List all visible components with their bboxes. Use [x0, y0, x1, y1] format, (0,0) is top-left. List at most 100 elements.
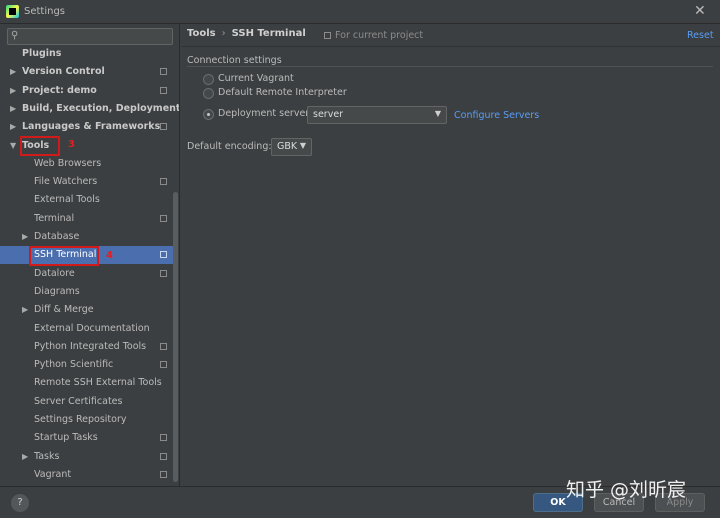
- project-scope-icon: [160, 214, 167, 222]
- expand-arrow-right-icon[interactable]: ▶: [22, 448, 28, 466]
- sidebar-item-terminal[interactable]: Terminal: [0, 210, 178, 228]
- sidebar-item-label: Remote SSH External Tools: [34, 377, 162, 389]
- sidebar-item-python-integrated-tools[interactable]: Python Integrated Tools: [0, 338, 178, 356]
- sidebar-item-label: Python Integrated Tools: [34, 340, 147, 352]
- sidebar-item-label: External Tools: [34, 194, 100, 206]
- sidebar-item-label: Python Scientific: [34, 359, 114, 371]
- deployment-server-select[interactable]: server ▼: [307, 106, 447, 124]
- annotation-box-ssh-terminal: [29, 246, 99, 266]
- watermark: 知乎 @刘昕宸: [566, 479, 687, 501]
- sidebar-item-file-watchers[interactable]: File Watchers: [0, 173, 178, 191]
- radio-label: Deployment server: [218, 108, 310, 119]
- sidebar-item-diff-merge[interactable]: ▶ Diff & Merge: [0, 301, 178, 319]
- default-encoding-label: Default encoding:: [187, 141, 272, 152]
- close-icon[interactable]: ✕: [694, 3, 706, 19]
- project-scope-label: For current project: [335, 30, 424, 41]
- annotation-box-tools: [20, 136, 60, 156]
- settings-search-input[interactable]: ⚲: [7, 28, 173, 45]
- sidebar-item-label: Terminal: [34, 212, 75, 224]
- sidebar-item-label: Server Certificates: [34, 395, 123, 407]
- sidebar-item-version-control[interactable]: ▶ Version Control: [0, 63, 178, 81]
- expand-arrow-right-icon[interactable]: ▶: [10, 82, 16, 100]
- radio-button[interactable]: [203, 88, 214, 99]
- radio-label: Current Vagrant: [218, 73, 294, 84]
- connection-settings-title: Connection settings: [187, 55, 282, 66]
- sidebar-item-label: Database: [34, 231, 80, 242]
- annotation-number-4: 4: [106, 250, 113, 261]
- sidebar-item-datalore[interactable]: Datalore: [0, 265, 178, 283]
- header-divider: [181, 46, 720, 47]
- sidebar-item-external-documentation[interactable]: External Documentation: [0, 320, 178, 338]
- sidebar-item-label: Build, Execution, Deployment: [22, 102, 180, 114]
- sidebar-scrollbar[interactable]: [173, 192, 178, 482]
- search-icon: ⚲: [11, 30, 19, 41]
- sidebar-item-plugins[interactable]: Plugins: [0, 45, 178, 63]
- sidebar-item-vagrant[interactable]: Vagrant: [0, 466, 178, 484]
- sidebar-item-tasks[interactable]: ▶ Tasks: [0, 448, 178, 466]
- sidebar-item-label: Project: demo: [22, 84, 97, 96]
- expand-arrow-right-icon[interactable]: ▶: [10, 63, 16, 81]
- sidebar-item-label: Version Control: [22, 66, 105, 78]
- expand-arrow-down-icon[interactable]: ▼: [10, 137, 16, 155]
- pycharm-logo-icon: [6, 5, 19, 18]
- sidebar-item-label: Plugins: [22, 48, 62, 59]
- sidebar-item-label: Diagrams: [34, 285, 80, 297]
- default-encoding-select[interactable]: GBK ▼: [271, 138, 312, 156]
- deployment-server-value: server: [313, 109, 344, 120]
- radio-button-checked[interactable]: [203, 109, 214, 120]
- sidebar-item-languages-frameworks[interactable]: ▶ Languages & Frameworks: [0, 118, 178, 136]
- project-scope-icon: [324, 32, 331, 39]
- sidebar-item-label: Tasks: [34, 450, 60, 462]
- sidebar-item-settings-repository[interactable]: Settings Repository: [0, 411, 178, 429]
- expand-arrow-right-icon[interactable]: ▶: [22, 228, 28, 246]
- project-scope-icon: [160, 178, 167, 186]
- sidebar-item-label: Settings Repository: [34, 414, 127, 425]
- sidebar-item-diagrams[interactable]: Diagrams: [0, 283, 178, 301]
- expand-arrow-right-icon[interactable]: ▶: [22, 301, 28, 319]
- group-divider: [187, 66, 713, 67]
- project-scope-icon: [160, 470, 167, 478]
- expand-arrow-right-icon[interactable]: ▶: [10, 118, 16, 136]
- project-scope-icon: [160, 68, 167, 76]
- project-scope-icon: [160, 86, 167, 94]
- annotation-number-3: 3: [68, 139, 75, 150]
- project-scope-icon: [160, 269, 167, 277]
- settings-content: Tools › SSH Terminal For current project R…: [181, 24, 720, 486]
- sidebar-item-web-browsers[interactable]: Web Browsers: [0, 155, 178, 173]
- breadcrumb-current: SSH Terminal: [231, 28, 306, 39]
- sidebar-item-database[interactable]: ▶ Database: [0, 228, 178, 246]
- breadcrumb-separator: ›: [221, 28, 226, 39]
- radio-label: Default Remote Interpreter: [218, 87, 347, 98]
- project-scope-icon: [160, 342, 167, 350]
- chevron-down-icon: ▼: [299, 141, 306, 150]
- reset-link[interactable]: Reset: [687, 30, 714, 41]
- expand-arrow-right-icon[interactable]: ▶: [10, 100, 16, 118]
- sidebar-item-label: Web Browsers: [34, 157, 102, 169]
- sidebar-item-label: Datalore: [34, 267, 75, 279]
- breadcrumb-parent[interactable]: Tools: [187, 28, 216, 39]
- project-scope-icon: [160, 123, 167, 131]
- radio-button[interactable]: [203, 74, 214, 85]
- sidebar-item-remote-ssh-external-tools[interactable]: Remote SSH External Tools: [0, 374, 178, 392]
- sidebar-item-external-tools[interactable]: External Tools: [0, 191, 178, 209]
- project-scope-icon: [160, 361, 167, 369]
- sidebar-item-server-certificates[interactable]: Server Certificates: [0, 393, 178, 411]
- sidebar-item-startup-tasks[interactable]: Startup Tasks: [0, 429, 178, 447]
- breadcrumb: Tools › SSH Terminal: [187, 28, 306, 39]
- project-scope-note: For current project: [324, 30, 423, 41]
- sidebar-item-project-demo[interactable]: ▶ Project: demo: [0, 82, 178, 100]
- sidebar-item-label: Diff & Merge: [34, 304, 94, 316]
- project-scope-icon: [160, 434, 167, 442]
- help-button[interactable]: ?: [11, 494, 29, 512]
- sidebar-item-python-scientific[interactable]: Python Scientific: [0, 356, 178, 374]
- sidebar-item-label: Languages & Frameworks: [22, 121, 161, 133]
- sidebar-item-label: Vagrant: [34, 468, 72, 480]
- sidebar-item-label: External Documentation: [34, 322, 150, 334]
- sidebar-item-build-execution-deployment[interactable]: ▶ Build, Execution, Deployment: [0, 100, 180, 118]
- project-scope-icon: [160, 251, 167, 259]
- configure-servers-link[interactable]: Configure Servers: [454, 110, 539, 121]
- sidebar-item-label: File Watchers: [34, 176, 98, 188]
- window-title: Settings: [24, 6, 66, 17]
- chevron-down-icon: ▼: [434, 109, 441, 118]
- sidebar-item-label: Startup Tasks: [34, 432, 98, 444]
